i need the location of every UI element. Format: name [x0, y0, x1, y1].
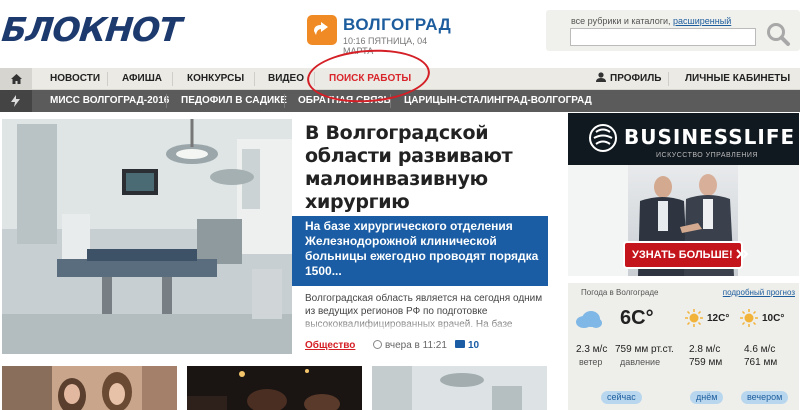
nav-divider: [668, 72, 669, 86]
hot-topic-divider: [390, 94, 391, 108]
weather-now-pill: сейчас: [601, 391, 642, 404]
search-input[interactable]: [570, 28, 756, 46]
site-header: БЛОКНОТ ВОЛГОГРАД 10:16 ПЯТНИЦА, 04 МАРТ…: [0, 0, 800, 68]
weather-day: 12C° 2.8 м/с 759 мм днём: [685, 299, 740, 410]
weather-now-temp: 6C°: [620, 307, 654, 329]
main-navigation: НОВОСТИ АФИША КОНКУРСЫ ВИДЕО ПОИСК РАБОТ…: [0, 68, 800, 90]
search-caption: все рубрики и каталоги, расширенный: [571, 16, 732, 26]
nav-divider: [314, 72, 315, 86]
cloud-sun-icon: [574, 309, 602, 334]
hot-topic-kindergarten[interactable]: ПЕДОФИЛ В САДИКЕ: [181, 90, 287, 112]
nav-item-afisha[interactable]: АФИША: [122, 68, 162, 90]
news-timestamp: вчера в 11:21: [373, 340, 447, 351]
sun-icon: [740, 309, 758, 332]
main-news-meta: Общество вчера в 11:21 10: [305, 340, 550, 354]
city-selector[interactable]: ВОЛГОГРАД 10:16 ПЯТНИЦА, 04 МАРТА: [307, 15, 451, 56]
weather-evening-wind: 4.6 м/с: [744, 344, 776, 355]
user-icon: [596, 69, 606, 82]
wind-label: ветер: [579, 357, 603, 367]
news-thumbnail[interactable]: [187, 366, 362, 410]
summary-fade: [305, 318, 550, 332]
nav-divider: [254, 72, 255, 86]
weather-widget: Погода в Волгограде подробный прогноз 6C…: [568, 283, 799, 410]
weather-evening-pressure: 761 мм: [744, 357, 778, 368]
weather-now: 6C° 2.3 м/с ветер 759 мм рт.ст. давление…: [568, 299, 685, 410]
lightning-icon: [0, 90, 32, 112]
news-thumbnail[interactable]: [2, 366, 177, 410]
double-chevron-icon: [735, 249, 749, 259]
hot-topic-miss-volgograd[interactable]: МИСС ВОЛГОГРАД-2016: [50, 90, 169, 112]
nav-item-contests[interactable]: КОНКУРСЫ: [187, 68, 244, 90]
ad-learn-more-button[interactable]: УЗНАТЬ БОЛЬШЕ!: [623, 241, 749, 269]
nav-item-news[interactable]: НОВОСТИ: [50, 68, 100, 90]
detailed-forecast-link[interactable]: подробный прогноз: [723, 288, 795, 297]
comments-link[interactable]: 10: [455, 340, 479, 351]
advanced-search-link[interactable]: расширенный: [673, 16, 731, 26]
ad-brand-name: BUSINESSLIFE: [624, 125, 796, 149]
home-icon[interactable]: [0, 68, 32, 90]
main-news-photo[interactable]: [2, 119, 292, 354]
personal-cabinets-link[interactable]: ЛИЧНЫЕ КАБИНЕТЫ: [685, 68, 790, 90]
weather-day-wind: 2.8 м/с: [689, 344, 721, 355]
city-arrow-icon: [307, 15, 337, 45]
weather-evening-pill: вечером: [741, 391, 789, 404]
search-icon[interactable]: [765, 21, 791, 47]
hot-topic-feedback[interactable]: ОБРАТНАЯ СВЯЗЬ: [298, 90, 391, 112]
search-panel: все рубрики и каталоги, расширенный: [546, 10, 800, 51]
comment-icon: [455, 340, 465, 348]
weather-evening: 10C° 4.6 м/с 761 мм вечером: [740, 299, 799, 410]
businesslife-logo-icon: [588, 123, 618, 153]
nav-item-job-search[interactable]: ПОИСК РАБОТЫ: [329, 68, 411, 90]
news-thumbnail[interactable]: [372, 366, 547, 410]
hot-topic-divider: [284, 94, 285, 108]
weather-title: Погода в Волгограде: [581, 288, 659, 297]
profile-link[interactable]: ПРОФИЛЬ: [596, 68, 661, 90]
city-name[interactable]: ВОЛГОГРАД: [343, 15, 451, 35]
sun-icon: [685, 309, 703, 332]
nav-divider: [107, 72, 108, 86]
main-news-title[interactable]: В Волгоградской области развивают малоин…: [305, 122, 560, 214]
hot-topics-bar: МИСС ВОЛГОГРАД-2016 ПЕДОФИЛ В САДИКЕ ОБР…: [0, 90, 800, 112]
weather-day-temp: 12C°: [707, 313, 730, 324]
clock-icon: [373, 340, 382, 349]
pressure-label: давление: [620, 357, 661, 367]
businesslife-ad-banner[interactable]: BUSINESSLIFE ИСКУССТВО УПРАВЛЕНИЯ УЗНАТЬ…: [568, 113, 799, 276]
weather-day-pill: днём: [690, 391, 724, 404]
hot-topic-tsaritsyn[interactable]: ЦАРИЦЫН-СТАЛИНГРАД-ВОЛГОГРАД: [404, 90, 592, 112]
weather-day-pressure: 759 мм: [689, 357, 723, 368]
weather-now-pressure: 759 мм рт.ст.: [615, 344, 674, 355]
weather-evening-temp: 10C°: [762, 313, 785, 324]
nav-divider: [172, 72, 173, 86]
hot-topic-divider: [166, 94, 167, 108]
current-datetime: 10:16 ПЯТНИЦА, 04 МАРТА: [343, 36, 428, 56]
main-news-lead[interactable]: На базе хирургического отделения Железно…: [292, 216, 548, 286]
news-rubric-link[interactable]: Общество: [305, 340, 355, 351]
nav-item-video[interactable]: ВИДЕО: [268, 68, 304, 90]
ad-tagline: ИСКУССТВО УПРАВЛЕНИЯ: [656, 152, 759, 159]
site-logo[interactable]: БЛОКНОТ: [0, 10, 183, 49]
weather-now-wind: 2.3 м/с: [576, 344, 608, 355]
